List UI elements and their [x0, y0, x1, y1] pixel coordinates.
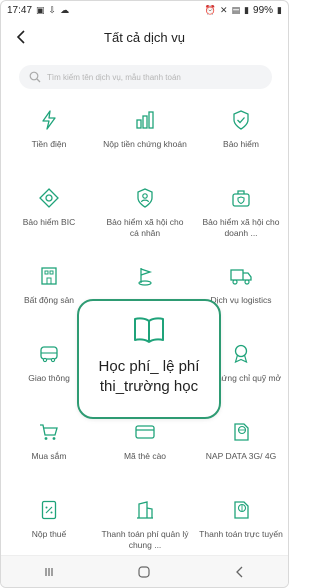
service-tooltip-hoc-phi[interactable]: Học phí_ lệ phí thi_trường học: [77, 299, 221, 419]
battery-icon: ▮: [277, 4, 282, 15]
service-label: NAP DATA 3G/ 4G: [205, 451, 277, 461]
status-bar: 17:47 ▣ ⇩ ☁ ⏰ ✕ ▤ ▮ 99% ▮: [1, 1, 288, 19]
header: Tất cả dịch vụ: [1, 19, 288, 55]
diamond-icon: [38, 187, 60, 209]
service-nop-tien-chung-khoan[interactable]: Nộp tiền chứng khoán: [97, 101, 193, 179]
bag-shield-icon: [230, 187, 252, 209]
badge-icon: [230, 343, 252, 365]
back-icon: [236, 566, 243, 577]
service-label: Tiền điện: [31, 139, 67, 149]
tooltip-label: Học phí_ lệ phí thi_trường học: [98, 358, 200, 395]
back-button[interactable]: [11, 27, 31, 47]
signal-icon: ▮: [244, 4, 250, 15]
download-icon: ⇩: [48, 4, 57, 15]
service-nap-data[interactable]: NAP DATA 3G/ 4G: [193, 413, 288, 491]
chevron-left-icon: [16, 30, 25, 44]
home-button[interactable]: [124, 560, 164, 584]
service-label: Mã thẻ cào: [123, 451, 167, 461]
search-icon: [29, 71, 41, 83]
service-label: Nộp thuế: [31, 529, 67, 539]
cart-icon: [38, 421, 60, 443]
home-icon: [138, 565, 151, 578]
service-label: Thanh toán phí quản lý chung ...: [101, 529, 189, 550]
service-ma-the-cao[interactable]: Mã thẻ cào: [97, 413, 193, 491]
card-icon: [134, 421, 156, 443]
stock-chart-icon: [134, 109, 156, 131]
android-nav-bar: [1, 555, 288, 587]
service-bhxh-ca-nhan[interactable]: Bảo hiểm xã hội cho cá nhân: [97, 179, 193, 257]
service-bao-hiem[interactable]: Bảo hiểm: [193, 101, 288, 179]
alarm-icon: ⏰: [204, 4, 217, 15]
search-bar[interactable]: [19, 65, 272, 89]
service-bhxh-doanh-nghiep[interactable]: Bảo hiểm xã hội cho doanh ...: [193, 179, 288, 257]
service-label: Nộp tiền chứng khoán: [103, 139, 187, 149]
volte-icon: ▤: [231, 4, 241, 15]
service-label: Bảo hiểm xã hội cho cá nhân: [106, 217, 184, 238]
shield-person-icon: [134, 187, 156, 209]
service-label: Thanh toán trực tuyến: [199, 529, 283, 539]
building-icon: [38, 265, 60, 287]
service-label: Bảo hiểm xã hội cho doanh ...: [202, 217, 280, 238]
phone-screen: 17:47 ▣ ⇩ ☁ ⏰ ✕ ▤ ▮ 99% ▮ Tất cả dịch vụ: [0, 0, 289, 588]
status-left: 17:47 ▣ ⇩ ☁: [7, 5, 69, 16]
status-time: 17:47: [7, 4, 33, 16]
battery-percent: 99%: [253, 4, 274, 16]
image-icon: ▣: [36, 4, 45, 15]
truck-icon: [230, 265, 252, 287]
recents-icon: [45, 567, 53, 576]
service-label: Mua sắm: [31, 451, 67, 461]
service-label: Bảo hiểm BIC: [22, 217, 76, 227]
service-tien-dien[interactable]: Tiền điện: [1, 101, 97, 179]
mute-icon: ✕: [220, 4, 228, 15]
page-title: Tất cả dịch vụ: [104, 29, 185, 45]
bank-icon: [134, 499, 156, 521]
lightning-icon: [38, 109, 60, 131]
search-input[interactable]: [47, 72, 262, 82]
service-mua-sam[interactable]: Mua sắm: [1, 413, 97, 491]
service-label: Bảo hiểm: [223, 139, 259, 149]
sim-globe-icon: [230, 421, 252, 443]
status-right: ⏰ ✕ ▤ ▮ 99% ▮: [205, 5, 282, 16]
cloud-icon: ☁: [60, 4, 70, 15]
tax-doc-icon: [38, 499, 60, 521]
recents-button[interactable]: [29, 560, 69, 584]
system-back-button[interactable]: [220, 560, 260, 584]
globe-doc-icon: [230, 499, 252, 521]
service-bao-hiem-bic[interactable]: Bảo hiểm BIC: [1, 179, 97, 257]
book-icon: [132, 315, 166, 345]
flag-icon: [134, 265, 156, 287]
shield-check-icon: [230, 109, 252, 131]
bus-icon: [38, 343, 60, 365]
